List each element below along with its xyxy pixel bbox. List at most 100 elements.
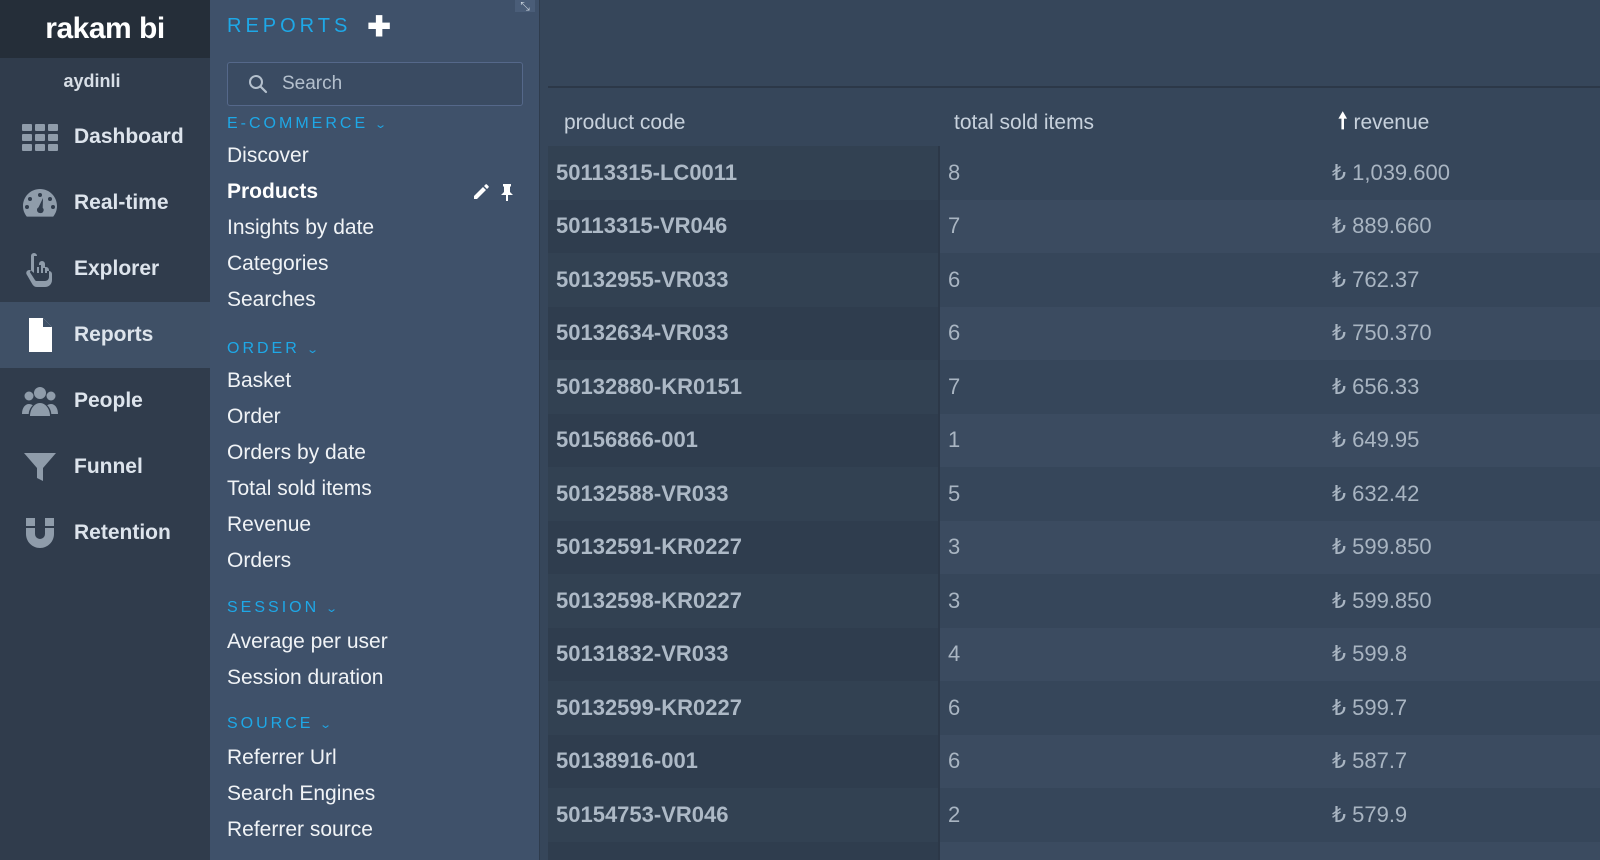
cell-product-code: 50132591-KR0227 <box>548 520 938 574</box>
report-item-total-sold-items[interactable]: Total sold items <box>227 471 527 507</box>
people-icon <box>20 381 60 421</box>
chevron-down-icon: ⌄ <box>305 343 319 356</box>
table-row[interactable]: 50132634-VR033 6 ₺ 750.370 <box>548 306 1600 360</box>
report-item-discover[interactable]: Discover <box>227 138 527 174</box>
table-row[interactable]: 50132598-KR0227 3 ₺ 599.850 <box>548 574 1600 628</box>
cell-product-code: 50132955-VR033 <box>548 253 938 307</box>
report-item-orders-by-date[interactable]: Orders by date <box>227 435 527 471</box>
nav-item-retention[interactable]: Retention <box>0 500 210 566</box>
group-title-order[interactable]: ORDER ⌄ <box>227 338 527 360</box>
cell-revenue: ₺ 750.370 <box>1328 306 1600 360</box>
group-source: SOURCE ⌄ Referrer Url Search Engines Refe… <box>227 713 527 848</box>
group-title-session[interactable]: SESSION ⌄ <box>227 597 527 619</box>
pin-icon[interactable] <box>497 183 517 201</box>
report-item-session-duration[interactable]: Session duration <box>227 660 527 696</box>
nav-item-funnel[interactable]: Funnel <box>0 434 210 500</box>
report-item-label: Orders by date <box>227 441 366 464</box>
cell-total-sold-items: 6 <box>938 681 1328 735</box>
table-row[interactable]: 50132880-KR0151 7 ₺ 656.33 <box>548 360 1600 414</box>
cell-product-code: 50156866-001 <box>548 413 938 467</box>
cell-revenue: ₺ 656.33 <box>1328 360 1600 414</box>
cell-product-code: 50132599-KR0227 <box>548 681 938 735</box>
nav-label: Real-time <box>74 191 169 214</box>
cell-revenue: ₺ 579.9 <box>1328 788 1600 842</box>
cell-total-sold-items: 8 <box>938 146 1328 200</box>
report-item-label: Total sold items <box>227 477 372 500</box>
cell-product-code: 50132598-KR0227 <box>548 574 938 628</box>
nav-item-reports[interactable]: Reports <box>0 302 210 368</box>
nav-item-dashboard[interactable]: Dashboard <box>0 104 210 170</box>
nav-item-explorer[interactable]: Explorer <box>0 236 210 302</box>
cell-total-sold-items: 7 <box>938 360 1328 414</box>
group-order: ORDER ⌄ Basket Order Orders by date Total… <box>227 338 527 579</box>
group-title-label: E-COMMERCE <box>227 115 369 132</box>
report-item-tools <box>465 183 517 201</box>
column-header-revenue[interactable]: 🠕 revenue <box>1328 104 1600 142</box>
report-item-referrer-source[interactable]: Referrer source <box>227 812 527 848</box>
main-nav: rakam bi aydinli Dashboard Real-time Exp… <box>0 0 210 860</box>
report-item-categories[interactable]: Categories <box>227 246 527 282</box>
cell-product-code: 50132634-VR033 <box>548 306 938 360</box>
cell-total-sold-items: 6 <box>938 306 1328 360</box>
pointer-hand-icon <box>20 249 60 289</box>
table-row[interactable]: 50132599-KR0227 6 ₺ 599.7 <box>548 681 1600 735</box>
table-row[interactable]: 50156866-001 1 ₺ 649.95 <box>548 413 1600 467</box>
table-row[interactable]: 50138916-001 6 ₺ 587.7 <box>548 734 1600 788</box>
cell-total-sold-items: 6 <box>938 253 1328 307</box>
chevron-down-icon: ⌄ <box>319 718 333 731</box>
report-item-revenue[interactable]: Revenue <box>227 507 527 543</box>
table-row[interactable]: 50132588-VR033 5 ₺ 632.42 <box>548 467 1600 521</box>
report-item-label: Average per user <box>227 630 388 653</box>
report-item-search-engines[interactable]: Search Engines <box>227 776 527 812</box>
app-logo[interactable]: rakam bi <box>0 0 210 58</box>
cell-product-code: 50131832-VR033 <box>548 627 938 681</box>
nav-item-real-time[interactable]: Real-time <box>0 170 210 236</box>
cell-product-code: 50113315-LC0011 <box>548 146 938 200</box>
report-item-average-per-user[interactable]: Average per user <box>227 624 527 660</box>
nav-label: Reports <box>74 323 154 346</box>
results-table: product code total sold items 🠕 revenue … <box>548 100 1600 860</box>
cell-revenue: ₺ 587.7 <box>1328 734 1600 788</box>
report-search[interactable] <box>227 62 523 106</box>
cell-revenue: ₺ 599.850 <box>1328 520 1600 574</box>
cell-total-sold-items <box>938 841 1328 860</box>
table-row[interactable]: 50131832-VR033 4 ₺ 599.8 <box>548 627 1600 681</box>
report-item-basket[interactable]: Basket <box>227 363 527 399</box>
cell-revenue: ₺ 599.7 <box>1328 681 1600 735</box>
cell-product-code: 50132880-KR0151 <box>548 360 938 414</box>
report-item-products[interactable]: Products <box>227 174 527 210</box>
funnel-icon <box>20 447 60 487</box>
group-title-e-commerce[interactable]: E-COMMERCE ⌄ <box>227 113 527 135</box>
report-item-referrer-url[interactable]: Referrer Url <box>227 740 527 776</box>
search-input[interactable] <box>282 73 502 95</box>
group-title-source[interactable]: SOURCE ⌄ <box>227 713 527 735</box>
report-item-insights-by-date[interactable]: Insights by date <box>227 210 527 246</box>
pencil-icon[interactable] <box>471 183 491 201</box>
report-item-orders[interactable]: Orders <box>227 543 527 579</box>
report-item-label: Orders <box>227 549 292 572</box>
group-title-label: ORDER <box>227 340 300 357</box>
report-item-label: Referrer Url <box>227 746 337 769</box>
table-row[interactable]: 50113315-LC0011 8 ₺ 1,039.600 <box>548 146 1600 200</box>
user-name[interactable]: aydinli <box>0 58 210 104</box>
table-row[interactable] <box>548 841 1600 860</box>
table-row[interactable]: 50132591-KR0227 3 ₺ 599.850 <box>548 520 1600 574</box>
column-header-total-sold-items[interactable]: total sold items <box>938 111 1328 135</box>
nav-item-people[interactable]: People <box>0 368 210 434</box>
magnet-icon <box>20 513 60 553</box>
table-row[interactable]: 50154753-VR046 2 ₺ 579.9 <box>548 788 1600 842</box>
collapse-panel-button[interactable]: ⤡ <box>515 0 535 12</box>
column-header-product-code[interactable]: product code <box>548 111 938 135</box>
cell-total-sold-items: 5 <box>938 467 1328 521</box>
cell-product-code <box>548 841 938 860</box>
cell-revenue: ₺ 762.37 <box>1328 253 1600 307</box>
add-report-button[interactable]: ✚ <box>367 12 390 40</box>
report-item-searches[interactable]: Searches <box>227 282 527 318</box>
table-row[interactable]: 50113315-VR046 7 ₺ 889.660 <box>548 199 1600 253</box>
table-row[interactable]: 50132955-VR033 6 ₺ 762.37 <box>548 253 1600 307</box>
reports-header: REPORTS ✚ <box>227 12 391 40</box>
report-item-order[interactable]: Order <box>227 399 527 435</box>
nav-label: Funnel <box>74 455 143 478</box>
table-body: 50113315-LC0011 8 ₺ 1,039.600 50113315-VR0… <box>548 146 1600 860</box>
report-item-label: Basket <box>227 369 292 392</box>
